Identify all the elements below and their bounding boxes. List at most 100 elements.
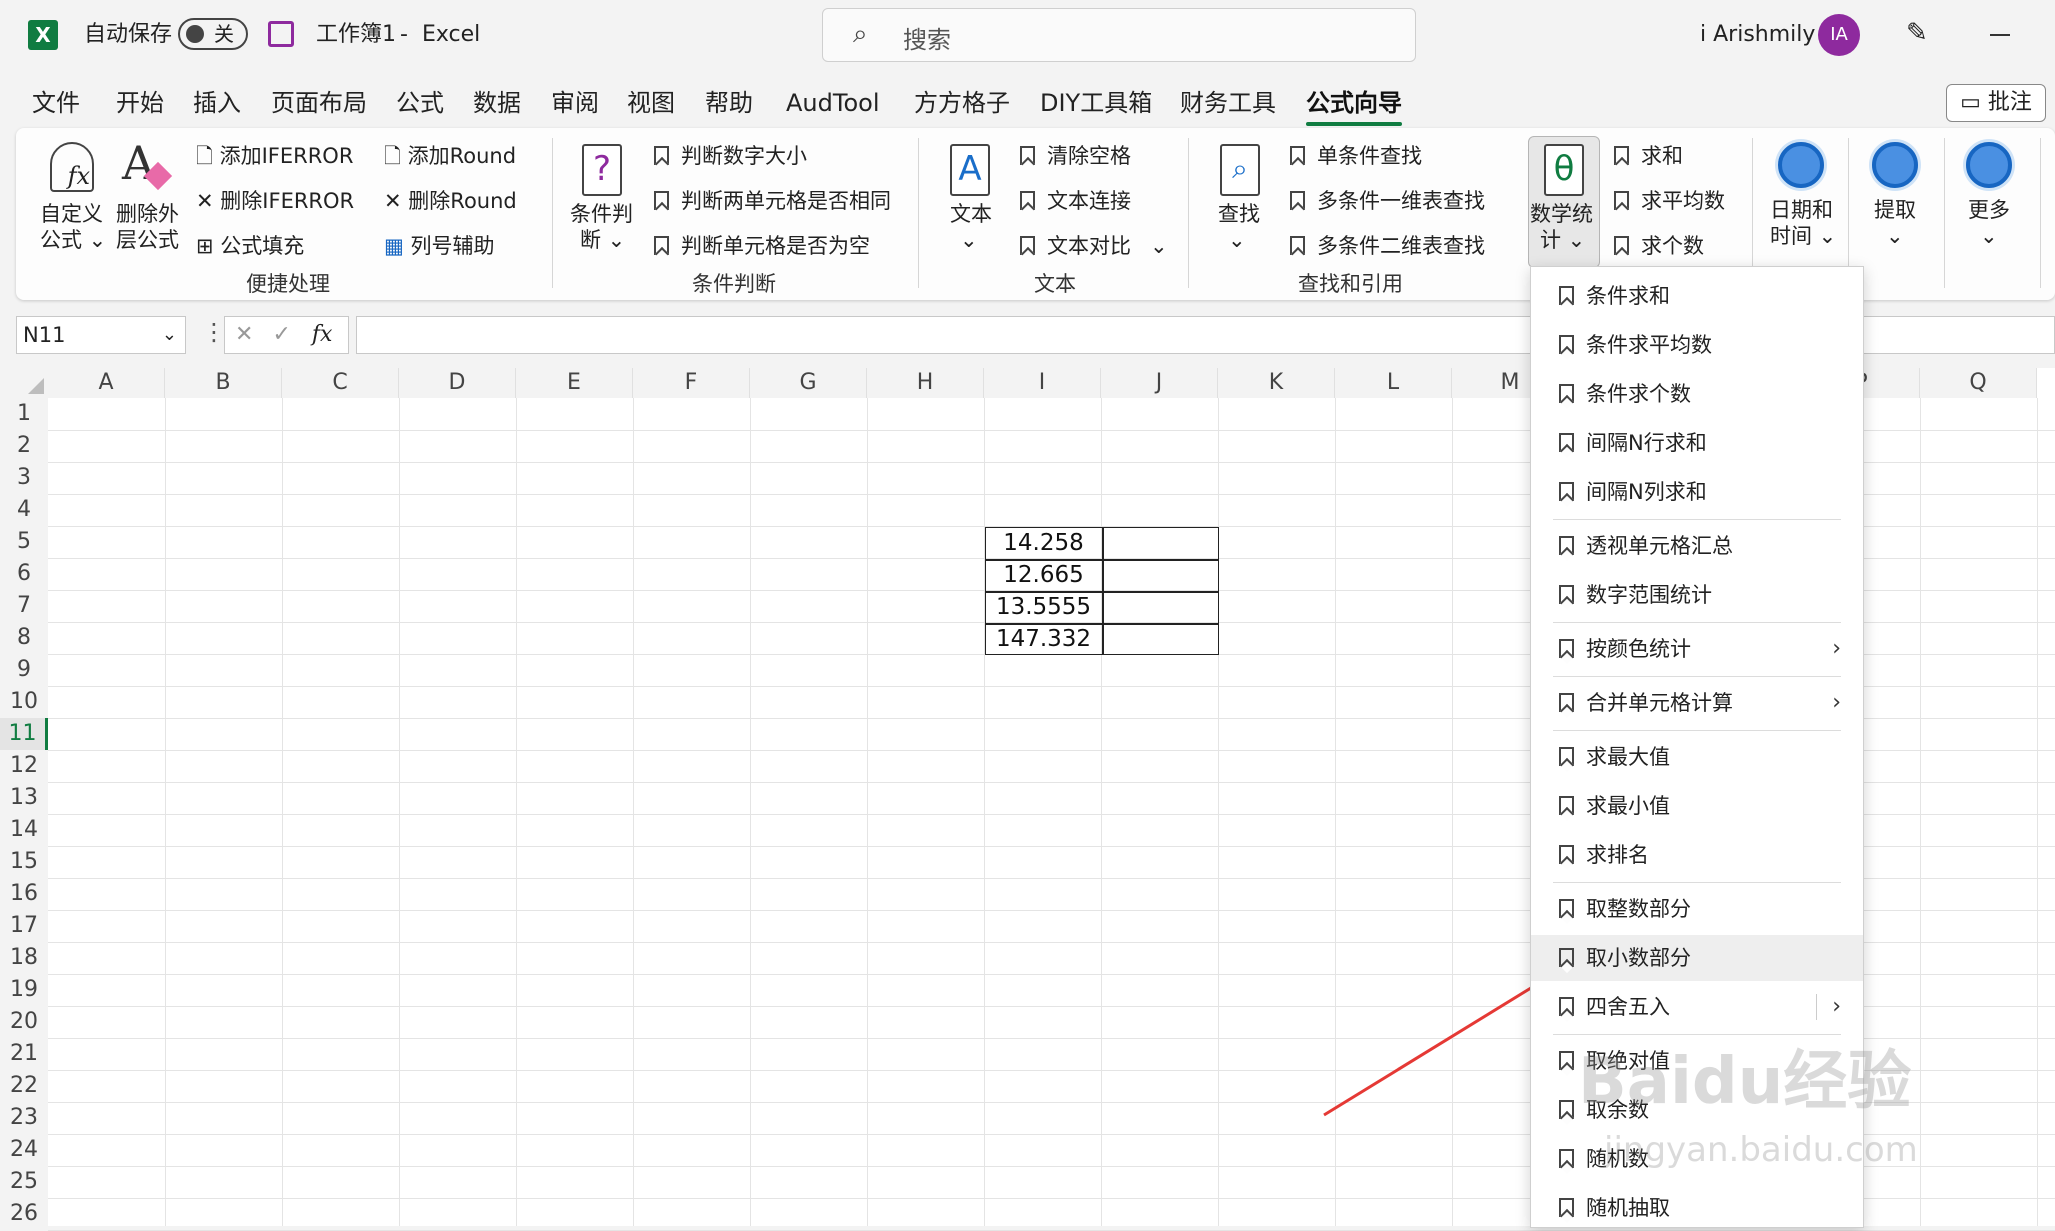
count-button[interactable]: 求个数	[1614, 232, 1704, 260]
row-header-16[interactable]: 16	[0, 878, 48, 910]
clear-spaces[interactable]: 清除空格	[1020, 142, 1131, 170]
tab-audtool[interactable]: AudTool	[786, 86, 879, 120]
row-header-19[interactable]: 19	[0, 974, 48, 1006]
confirm-icon[interactable]: ✓	[272, 322, 290, 347]
menu-item-max[interactable]: 求最大值	[1531, 734, 1863, 780]
judge-number-size[interactable]: 判断数字大小	[654, 142, 807, 170]
row-header-3[interactable]: 3	[0, 462, 48, 494]
menu-item-merged-cell-calc[interactable]: 合并单元格计算 ›	[1531, 680, 1863, 726]
row-header-20[interactable]: 20	[0, 1006, 48, 1038]
multi-cond-1d-find[interactable]: 多条件一维表查找	[1290, 187, 1485, 215]
tab-page-layout[interactable]: 页面布局	[271, 86, 367, 120]
custom-formula-line2[interactable]: 公式 ⌄	[40, 226, 106, 254]
tab-diy-toolbox[interactable]: DIY工具箱	[1040, 86, 1152, 120]
formula-fill-button[interactable]: ⊞ 公式填充	[196, 232, 304, 260]
extract-line1[interactable]: 提取	[1874, 196, 1916, 224]
tab-review[interactable]: 审阅	[551, 86, 599, 120]
judge-cell-empty[interactable]: 判断单元格是否为空	[654, 232, 870, 260]
text-line1[interactable]: 文本	[950, 200, 992, 228]
datetime-line2[interactable]: 时间 ⌄	[1770, 222, 1836, 250]
row-header-10[interactable]: 10	[0, 686, 48, 718]
find-line1[interactable]: 查找	[1218, 200, 1260, 228]
sum-button[interactable]: 求和	[1614, 142, 1683, 170]
remove-iferror-button[interactable]: ✕ 删除IFERROR	[196, 187, 354, 215]
menu-item-rank[interactable]: 求排名	[1531, 832, 1863, 878]
remove-round-button[interactable]: ✕ 删除Round	[384, 187, 517, 215]
comments-button[interactable]: ▭ 批注	[1946, 84, 2046, 122]
row-header-11[interactable]: 11	[0, 718, 48, 750]
tab-home[interactable]: 开始	[116, 86, 164, 120]
average-button[interactable]: 求平均数	[1614, 187, 1725, 215]
add-iferror-button[interactable]: 🗋 添加IFERROR	[196, 142, 353, 170]
row-header-24[interactable]: 24	[0, 1134, 48, 1166]
tab-view[interactable]: 视图	[627, 86, 675, 120]
tab-data[interactable]: 数据	[473, 86, 521, 120]
minimize-icon[interactable]	[1990, 34, 2010, 36]
menu-item-decimal-part[interactable]: 取小数部分	[1531, 935, 1863, 981]
row-header-2[interactable]: 2	[0, 430, 48, 462]
condition-line1[interactable]: 条件判	[570, 200, 633, 228]
more-options-icon[interactable]: ⋮	[202, 318, 226, 346]
column-header-H[interactable]: H	[867, 368, 984, 398]
menu-item-cond-count[interactable]: 条件求个数	[1531, 371, 1863, 417]
chevron-down-icon[interactable]: ⌄	[1150, 232, 1168, 260]
cell-I6[interactable]: 12.665	[985, 559, 1102, 591]
extract-line2[interactable]: ⌄	[1886, 222, 1904, 250]
judge-cells-same[interactable]: 判断两单元格是否相同	[654, 187, 891, 215]
cell-I8[interactable]: 147.332	[985, 623, 1102, 655]
menu-item-color-stats[interactable]: 按颜色统计 ›	[1531, 626, 1863, 672]
search-box[interactable]: ⌕ 搜索	[822, 8, 1416, 62]
column-header-A[interactable]: A	[48, 368, 165, 398]
text-join[interactable]: 文本连接	[1020, 187, 1131, 215]
column-header-F[interactable]: F	[633, 368, 750, 398]
column-header-J[interactable]: J	[1101, 368, 1218, 398]
single-cond-find[interactable]: 单条件查找	[1290, 142, 1422, 170]
text-compare[interactable]: 文本对比	[1020, 232, 1131, 260]
cell-I5[interactable]: 14.258	[985, 527, 1102, 559]
fx-icon[interactable]: fx	[312, 322, 333, 347]
row-header-25[interactable]: 25	[0, 1166, 48, 1198]
menu-item-min[interactable]: 求最小值	[1531, 783, 1863, 829]
add-round-button[interactable]: 🗋 添加Round	[384, 142, 516, 170]
column-header-B[interactable]: B	[165, 368, 282, 398]
menu-item-round[interactable]: 四舍五入 ›	[1531, 984, 1863, 1030]
menu-item-cond-average[interactable]: 条件求平均数	[1531, 322, 1863, 368]
more-line2[interactable]: ⌄	[1980, 222, 1998, 250]
column-header-K[interactable]: K	[1218, 368, 1335, 398]
row-header-14[interactable]: 14	[0, 814, 48, 846]
row-header-26[interactable]: 26	[0, 1198, 48, 1230]
column-header-I[interactable]: I	[984, 368, 1101, 398]
cell-I7[interactable]: 13.5555	[985, 591, 1102, 623]
menu-item-nth-col-sum[interactable]: 间隔N列求和	[1531, 469, 1863, 515]
column-header-D[interactable]: D	[399, 368, 516, 398]
column-header-G[interactable]: G	[750, 368, 867, 398]
menu-item-nth-row-sum[interactable]: 间隔N行求和	[1531, 420, 1863, 466]
row-header-8[interactable]: 8	[0, 622, 48, 654]
autosave-toggle[interactable]: 关	[178, 18, 248, 50]
row-header-13[interactable]: 13	[0, 782, 48, 814]
row-header-15[interactable]: 15	[0, 846, 48, 878]
datetime-line1[interactable]: 日期和	[1770, 196, 1833, 224]
row-header-9[interactable]: 9	[0, 654, 48, 686]
row-header-1[interactable]: 1	[0, 398, 48, 430]
menu-item-integer-part[interactable]: 取整数部分	[1531, 886, 1863, 932]
row-header-6[interactable]: 6	[0, 558, 48, 590]
row-header-23[interactable]: 23	[0, 1102, 48, 1134]
row-header-4[interactable]: 4	[0, 494, 48, 526]
menu-item-number-range-stats[interactable]: 数字范围统计	[1531, 572, 1863, 618]
column-assist-button[interactable]: ▦ 列号辅助	[384, 232, 495, 260]
text-line2[interactable]: ⌄	[960, 226, 978, 254]
row-header-18[interactable]: 18	[0, 942, 48, 974]
cancel-icon[interactable]: ✕	[235, 322, 253, 347]
tab-finance-tools[interactable]: 财务工具	[1180, 86, 1276, 120]
menu-item-random-pick[interactable]: 随机抽取	[1531, 1185, 1863, 1231]
menu-item-cond-sum[interactable]: 条件求和	[1531, 273, 1863, 319]
name-box[interactable]: N11 ⌄	[16, 316, 186, 354]
remove-outer-line1[interactable]: 删除外	[116, 200, 179, 228]
column-header-L[interactable]: L	[1335, 368, 1452, 398]
multi-cond-2d-find[interactable]: 多条件二维表查找	[1290, 232, 1485, 260]
column-header-E[interactable]: E	[516, 368, 633, 398]
row-header-5[interactable]: 5	[0, 526, 48, 558]
tab-insert[interactable]: 插入	[193, 86, 241, 120]
more-line1[interactable]: 更多	[1968, 196, 2010, 224]
